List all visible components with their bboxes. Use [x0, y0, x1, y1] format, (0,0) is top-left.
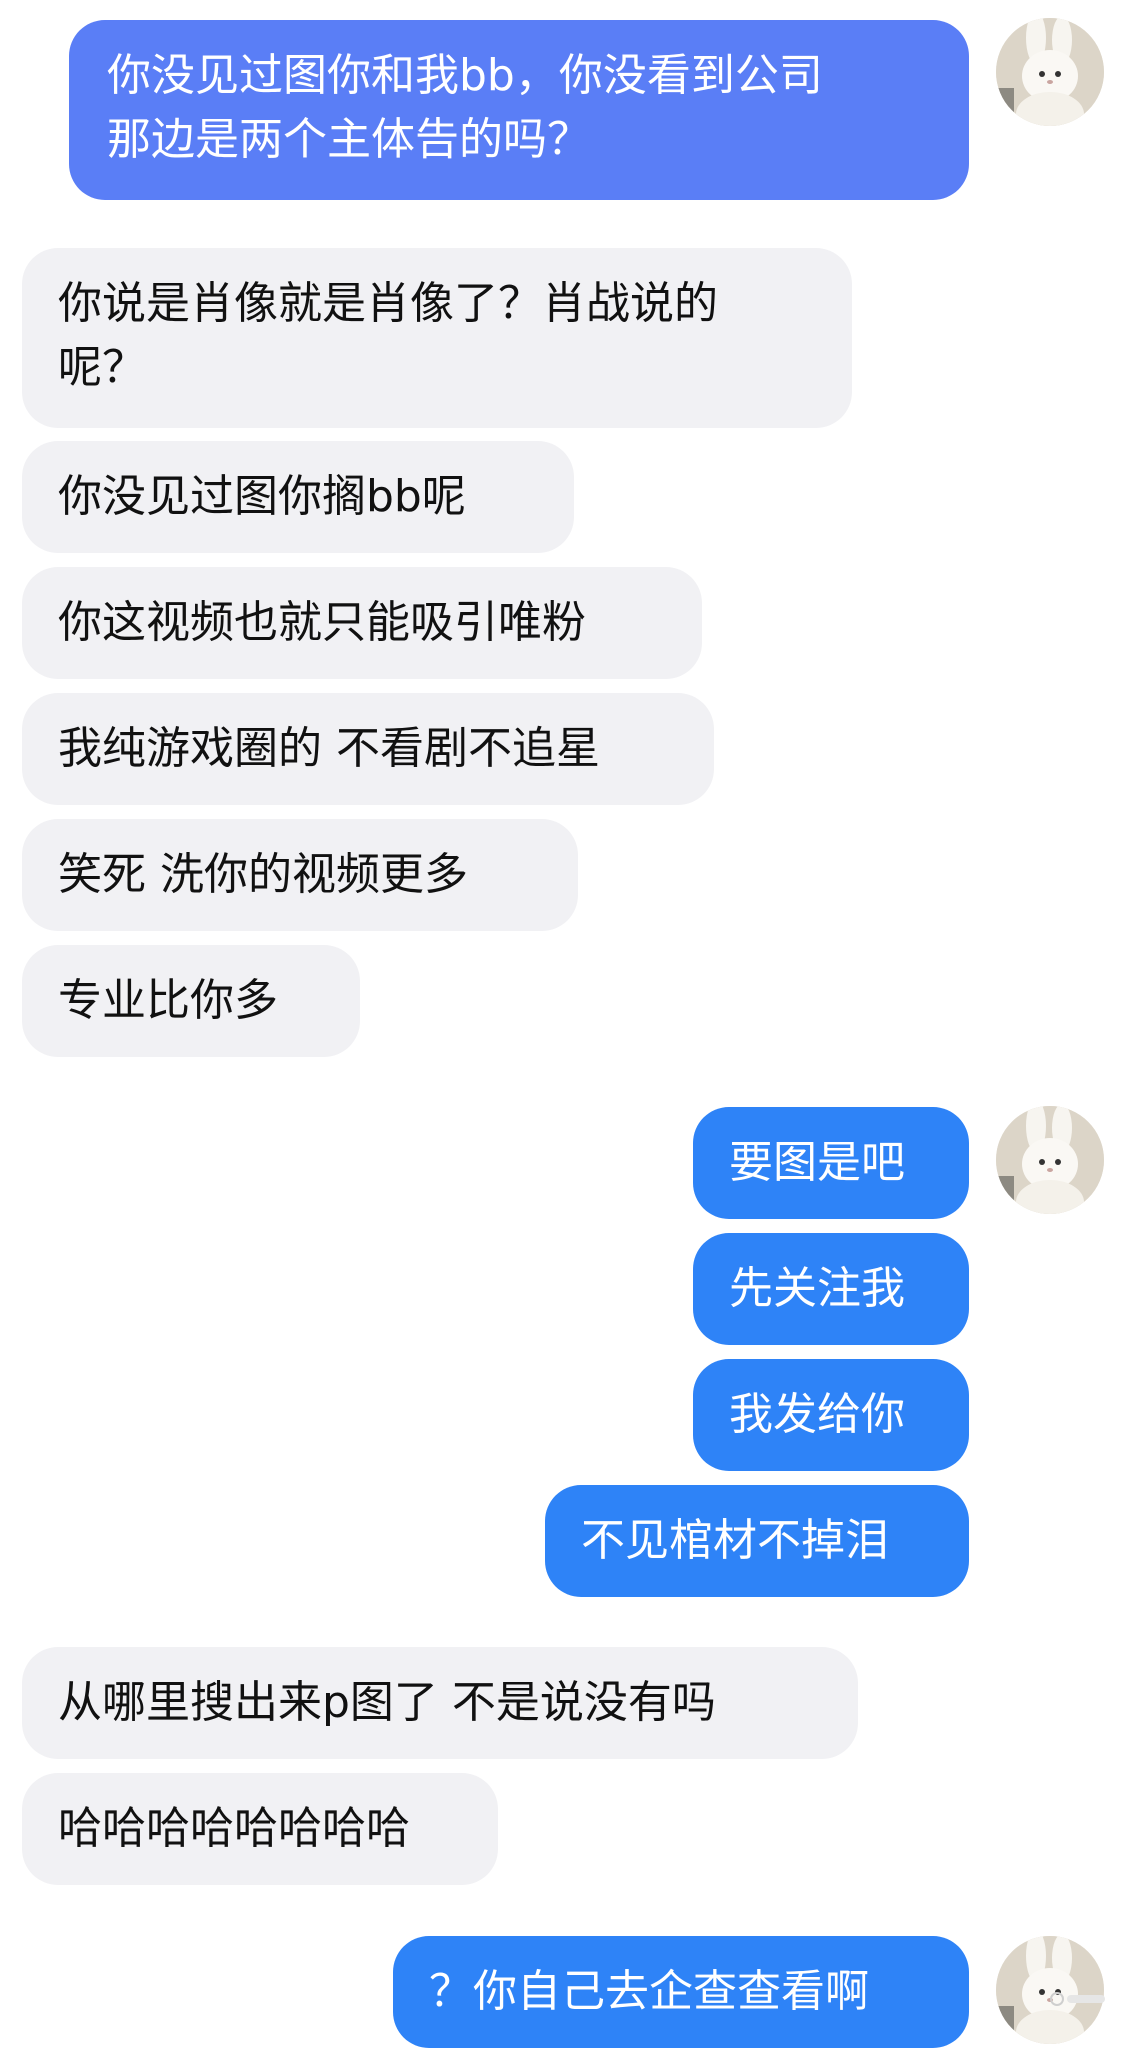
watermark-icon — [1050, 1992, 1105, 2006]
avatar[interactable] — [996, 1106, 1104, 1214]
chat-bubble-incoming: 我纯游戏圈的 不看剧不追星 — [22, 693, 714, 805]
chat-bubble-incoming: 哈哈哈哈哈哈哈哈 — [22, 1773, 498, 1885]
bunny-plush-avatar-icon — [996, 1106, 1104, 1214]
watermark-logo — [1049, 1989, 1109, 2009]
chat-bubble-incoming: 笑死 洗你的视频更多 — [22, 819, 578, 931]
chat-bubble-outgoing: 你没见过图你和我bb，你没看到公司 那边是两个主体告的吗？ — [69, 20, 969, 200]
chat-bubble-outgoing: ？你自己去企查查看啊 — [393, 1936, 969, 2048]
chat-bubble-incoming: 你这视频也就只能吸引唯粉 — [22, 567, 702, 679]
chat-bubble-outgoing: 不见棺材不掉泪 — [545, 1485, 969, 1597]
chat-bubble-outgoing: 我发给你 — [693, 1359, 969, 1471]
chat-bubble-incoming: 你说是肖像就是肖像了？肖战说的 呢？ — [22, 248, 852, 428]
chat-bubble-incoming: 从哪里搜出来p图了 不是说没有吗 — [22, 1647, 858, 1759]
chat-bubble-outgoing: 先关注我 — [693, 1233, 969, 1345]
avatar[interactable] — [996, 18, 1104, 126]
chat-bubble-incoming: 你没见过图你搁bb呢 — [22, 441, 574, 553]
chat-bubble-outgoing: 要图是吧 — [693, 1107, 969, 1219]
bunny-plush-avatar-icon — [996, 18, 1104, 126]
chat-bubble-incoming: 专业比你多 — [22, 945, 360, 1057]
